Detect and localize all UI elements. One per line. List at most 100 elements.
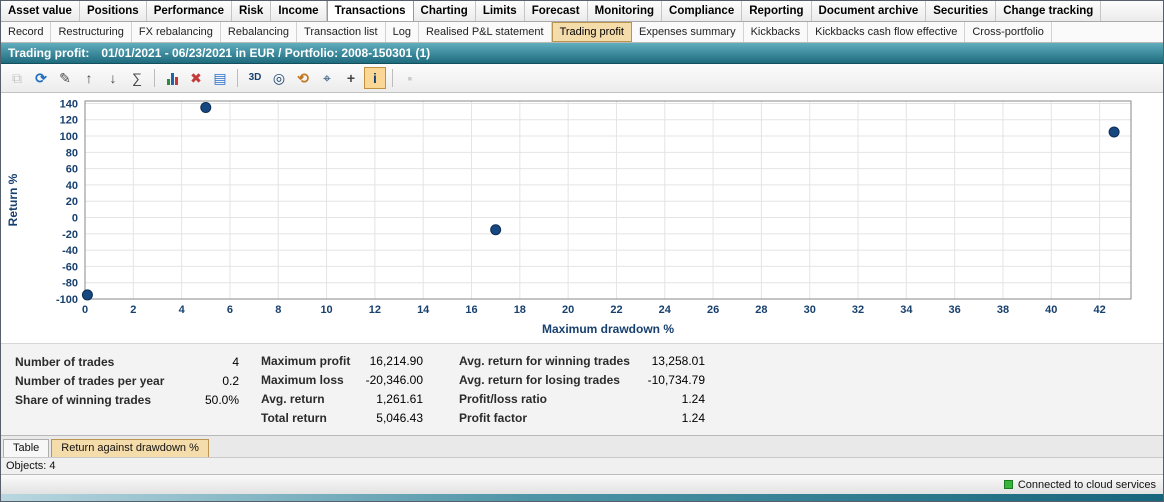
rotate-icon-glyph: ⟲ [297,71,309,85]
zoom-icon[interactable]: ◎ [268,67,290,89]
stat-value: 0.2 [222,374,239,388]
bottom-tab-table[interactable]: Table [3,439,49,457]
y-axis-label: Return % [6,173,20,226]
data-point[interactable] [1109,127,1119,137]
subtab-transaction-list[interactable]: Transaction list [297,22,386,42]
filter-edit-icon-glyph: ✎ [59,71,71,85]
x-tick-label: 40 [1045,304,1057,316]
stat-row-number-of-trades-per-year: Number of trades per year0.2 [15,371,239,390]
stat-value: -10,734.79 [648,373,705,387]
stat-row-maximum-loss: Maximum loss -20,346.00 [261,371,423,390]
x-tick-label: 32 [852,304,864,316]
data-point[interactable] [82,290,92,300]
x-tick-label: 14 [417,304,430,316]
subtab-realised-p-l-statement[interactable]: Realised P&L statement [419,22,552,42]
stat-value: -20,346.00 [366,373,423,387]
stat-label: Number of trades [15,355,114,369]
refresh-icon[interactable]: ⟳ [30,67,52,89]
sort-descending-icon[interactable]: ↓ [102,67,124,89]
search-icon[interactable]: ⌖ [316,67,338,89]
y-tick-label: -100 [56,294,78,306]
subtab-cross-portfolio[interactable]: Cross-portfolio [965,22,1052,42]
plot-background [85,101,1131,299]
refresh-icon-glyph: ⟳ [35,71,47,85]
stat-row-avg-return-for-winning-trades: Avg. return for winning trades13,258.01 [459,352,705,371]
data-point[interactable] [201,103,211,113]
menu-item-income[interactable]: Income [271,1,326,21]
statistics-icon[interactable]: ∑ [126,67,148,89]
menu-item-asset-value[interactable]: Asset value [1,1,80,21]
statistics-icon-glyph: ∑ [132,71,142,85]
subtab-record[interactable]: Record [1,22,51,42]
bottom-tab-bar: TableReturn against drawdown % [1,435,1163,457]
menu-item-limits[interactable]: Limits [476,1,525,21]
stat-label: Total return [261,411,327,425]
menu-item-securities[interactable]: Securities [926,1,996,21]
crosshair-icon[interactable]: + [340,67,362,89]
subtab-expenses-summary[interactable]: Expenses summary [632,22,744,42]
stats-column-3: Avg. return for winning trades13,258.01A… [459,352,705,427]
sort-ascending-icon[interactable]: ↑ [78,67,100,89]
copy-icon[interactable]: ⧉ [6,67,28,89]
stat-row-number-of-trades: Number of trades4 [15,352,239,371]
menu-item-transactions[interactable]: Transactions [327,1,414,21]
menu-item-compliance[interactable]: Compliance [662,1,742,21]
y-tick-label: 40 [66,180,78,192]
stat-row-profit-factor: Profit factor1.24 [459,408,705,427]
menu-item-document-archive[interactable]: Document archive [812,1,927,21]
x-tick-label: 28 [755,304,767,316]
info-icon[interactable]: i [364,67,386,89]
subtab-fx-rebalancing[interactable]: FX rebalancing [132,22,221,42]
menu-item-positions[interactable]: Positions [80,1,147,21]
info-icon-glyph: i [373,71,377,85]
stat-value: 16,214.90 [370,354,423,368]
menu-item-risk[interactable]: Risk [232,1,271,21]
x-tick-label: 10 [320,304,332,316]
subtab-kickbacks-cash-flow-effective[interactable]: Kickbacks cash flow effective [808,22,965,42]
y-tick-label: 140 [60,98,78,110]
x-tick-label: 8 [275,304,281,316]
stat-label: Avg. return [261,392,325,406]
bottom-tab-return-against-drawdown[interactable]: Return against drawdown % [51,439,209,457]
pause-icon[interactable]: ▪ [399,67,421,89]
3d-icon[interactable]: 3D [244,67,266,89]
x-tick-label: 0 [82,304,88,316]
chart-area[interactable]: 0246810121416182022242628303234363840421… [1,93,1163,343]
x-tick-label: 12 [369,304,381,316]
rotate-icon[interactable]: ⟲ [292,67,314,89]
menu-item-monitoring[interactable]: Monitoring [588,1,662,21]
application-window: Asset valuePositionsPerformanceRiskIncom… [0,0,1164,502]
y-tick-label: 100 [60,131,78,143]
subtab-rebalancing[interactable]: Rebalancing [221,22,297,42]
stat-label: Maximum profit [261,354,350,368]
toolbar-separator [154,69,155,87]
sort-ascending-icon-glyph: ↑ [86,71,93,85]
export-chart-icon[interactable]: ▤ [209,67,231,89]
subtab-log[interactable]: Log [386,22,419,42]
subtab-kickbacks[interactable]: Kickbacks [744,22,809,42]
filter-edit-icon[interactable]: ✎ [54,67,76,89]
remove-chart-icon[interactable]: ✖ [185,67,207,89]
y-tick-label: -60 [62,261,78,273]
menu-item-forecast[interactable]: Forecast [525,1,588,21]
menu-item-charting[interactable]: Charting [414,1,476,21]
stat-label: Maximum loss [261,373,344,387]
subtab-restructuring[interactable]: Restructuring [51,22,131,42]
stat-row-total-return: Total return5,046.43 [261,408,423,427]
stat-row-share-of-winning-trades: Share of winning trades50.0% [15,390,239,409]
crosshair-icon-glyph: + [347,71,355,85]
x-tick-label: 6 [227,304,233,316]
menu-item-performance[interactable]: Performance [147,1,232,21]
stats-column-2: Maximum profit 16,214.90 Maximum loss -20,3… [261,352,423,427]
menu-item-change-tracking[interactable]: Change tracking [996,1,1101,21]
stat-value: 13,258.01 [652,354,705,368]
scatter-plot[interactable]: 0246810121416182022242628303234363840421… [1,93,1163,343]
bar-chart-icon[interactable] [161,67,183,89]
view-title-details: 01/01/2021 - 06/23/2021 in EUR / Portfol… [101,46,430,60]
x-tick-label: 20 [562,304,574,316]
menu-item-reporting[interactable]: Reporting [742,1,811,21]
subtab-trading-profit[interactable]: Trading profit [552,22,632,42]
data-point[interactable] [491,225,501,235]
sort-descending-icon-glyph: ↓ [110,71,117,85]
export-chart-icon-glyph: ▤ [213,71,226,85]
